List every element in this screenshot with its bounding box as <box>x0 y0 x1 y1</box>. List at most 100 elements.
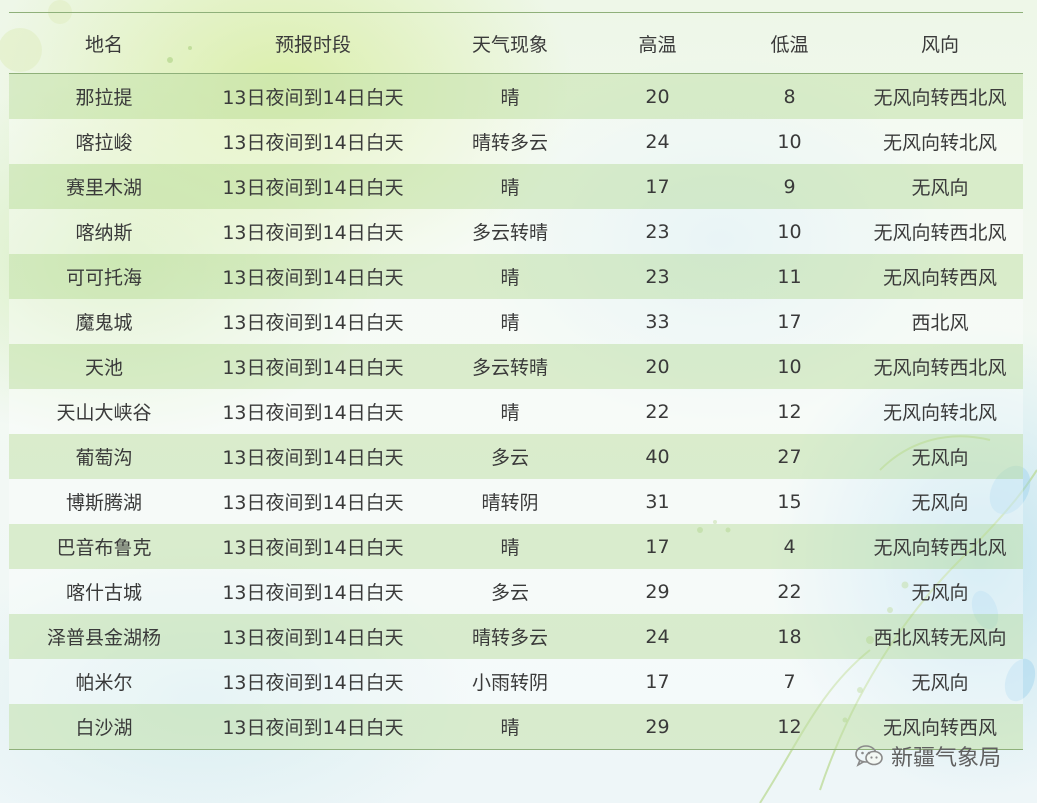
table-row: 博斯腾湖 13日夜间到14日白天 晴转阴 31 15 无风向 <box>9 479 1023 524</box>
cell-high-temp: 20 <box>645 355 670 378</box>
cell-forecast-period: 13日夜间到14日白天 <box>222 357 404 379</box>
table-body: 那拉提 13日夜间到14日白天晴 20 8 无风向转西北风 喀拉峻 13日夜间到14日白天晴… <box>9 74 1023 749</box>
table-row: 那拉提 13日夜间到14日白天 晴 20 8 无风向转西北风 <box>9 74 1023 119</box>
cell-weather: 晴 <box>500 537 520 559</box>
cell-wind: 无风向 <box>911 582 969 604</box>
header-wind: 风向 <box>920 33 959 56</box>
cell-wind: 无风向 <box>911 672 969 694</box>
cell-high-temp: 24 <box>645 130 670 153</box>
cell-forecast-period: 13日夜间到14日白天 <box>222 447 404 469</box>
header-location: 地名 <box>84 33 123 56</box>
cell-wind: 无风向 <box>911 492 969 514</box>
cell-location: 可可托海 <box>65 267 142 289</box>
footer-account: 新疆气象局 <box>855 740 1001 772</box>
cell-wind: 无风向转西北风 <box>873 222 1007 244</box>
cell-low-temp: 10 <box>777 355 802 378</box>
table-row: 赛里木湖 13日夜间到14日白天 晴 17 9 无风向 <box>9 164 1023 209</box>
cell-location: 喀拉峻 <box>75 132 133 154</box>
cell-weather: 多云转晴 <box>471 222 548 244</box>
cell-high-temp: 29 <box>645 715 670 738</box>
cell-low-temp: 12 <box>777 715 802 738</box>
cell-low-temp: 9 <box>783 175 796 198</box>
cell-location: 博斯腾湖 <box>65 492 142 514</box>
cell-forecast-period: 13日夜间到14日白天 <box>222 267 404 289</box>
cell-wind: 无风向转北风 <box>882 132 997 154</box>
cell-forecast-period: 13日夜间到14日白天 <box>222 492 404 514</box>
cell-high-temp: 23 <box>645 265 670 288</box>
cell-forecast-period: 13日夜间到14日白天 <box>222 672 404 694</box>
cell-high-temp: 23 <box>645 220 670 243</box>
table-row: 葡萄沟 13日夜间到14日白天 多云 40 27 无风向 <box>9 434 1023 479</box>
cell-location: 巴音布鲁克 <box>56 537 152 559</box>
cell-low-temp: 12 <box>777 400 802 423</box>
cell-weather: 晴 <box>500 87 520 109</box>
cell-forecast-period: 13日夜间到14日白天 <box>222 627 404 649</box>
cell-high-temp: 40 <box>645 445 670 468</box>
cell-location: 帕米尔 <box>75 672 133 694</box>
cell-location: 天山大峡谷 <box>56 402 152 424</box>
cell-low-temp: 10 <box>777 220 802 243</box>
table-row: 喀纳斯 13日夜间到14日白天 多云转晴 23 10 无风向转西北风 <box>9 209 1023 254</box>
cell-location: 那拉提 <box>75 87 133 109</box>
cell-high-temp: 17 <box>645 535 670 558</box>
cell-wind: 无风向 <box>911 447 969 469</box>
cell-low-temp: 4 <box>783 535 796 558</box>
cell-location: 喀纳斯 <box>75 222 133 244</box>
cell-high-temp: 20 <box>645 85 670 108</box>
cell-high-temp: 33 <box>645 310 670 333</box>
cell-forecast-period: 13日夜间到14日白天 <box>222 132 404 154</box>
table-row: 喀什古城 13日夜间到14日白天 多云 29 22 无风向 <box>9 569 1023 614</box>
cell-low-temp: 7 <box>783 670 796 693</box>
table-row: 帕米尔 13日夜间到14日白天 小雨转阴 17 7 无风向 <box>9 659 1023 704</box>
table-row: 喀拉峻 13日夜间到14日白天 晴转多云 24 10 无风向转北风 <box>9 119 1023 164</box>
cell-low-temp: 8 <box>783 85 796 108</box>
cell-weather: 晴 <box>500 717 520 739</box>
cell-high-temp: 29 <box>645 580 670 603</box>
cell-location: 魔鬼城 <box>75 312 133 334</box>
cell-wind: 西北风 <box>911 312 969 334</box>
cell-weather: 晴转多云 <box>471 627 548 649</box>
cell-low-temp: 11 <box>777 265 802 288</box>
cell-forecast-period: 13日夜间到14日白天 <box>222 222 404 244</box>
cell-high-temp: 17 <box>645 670 670 693</box>
cell-high-temp: 31 <box>645 490 670 513</box>
cell-low-temp: 22 <box>777 580 802 603</box>
cell-weather: 多云转晴 <box>471 357 548 379</box>
cell-weather: 晴转阴 <box>481 492 539 514</box>
cell-forecast-period: 13日夜间到14日白天 <box>222 402 404 424</box>
table-row: 可可托海 13日夜间到14日白天 晴 23 11 无风向转西风 <box>9 254 1023 299</box>
cell-location: 赛里木湖 <box>65 177 142 199</box>
cell-wind: 无风向 <box>911 177 969 199</box>
cell-forecast-period: 13日夜间到14日白天 <box>222 537 404 559</box>
cell-location: 葡萄沟 <box>75 447 133 469</box>
cell-weather: 晴 <box>500 267 520 289</box>
cell-low-temp: 17 <box>777 310 802 333</box>
table-row: 魔鬼城 13日夜间到14日白天 晴 33 17 西北风 <box>9 299 1023 344</box>
cell-weather: 小雨转阴 <box>471 672 548 694</box>
weather-forecast-table: 地名 预报时段 天气现象 高温 低温 风向 那拉提 13日夜间到14日白天晴 20 8… <box>9 12 1023 750</box>
cell-weather: 晴 <box>500 312 520 334</box>
cell-wind: 无风向转西风 <box>882 717 997 739</box>
cell-low-temp: 27 <box>777 445 802 468</box>
cell-low-temp: 18 <box>777 625 802 648</box>
cell-low-temp: 10 <box>777 130 802 153</box>
table-row: 泽普县金湖杨 13日夜间到14日白天 晴转多云 24 18 西北风转无风向 <box>9 614 1023 659</box>
cell-high-temp: 22 <box>645 400 670 423</box>
wechat-icon <box>855 745 883 767</box>
table-row: 巴音布鲁克 13日夜间到14日白天 晴 17 4 无风向转西北风 <box>9 524 1023 569</box>
account-name: 新疆气象局 <box>890 746 1001 771</box>
cell-weather: 晴转多云 <box>471 132 548 154</box>
header-low-temp: 低温 <box>770 33 809 56</box>
cell-location: 泽普县金湖杨 <box>46 627 161 649</box>
cell-forecast-period: 13日夜间到14日白天 <box>222 717 404 739</box>
cell-wind: 西北风转无风向 <box>873 627 1007 649</box>
cell-forecast-period: 13日夜间到14日白天 <box>222 87 404 109</box>
cell-low-temp: 15 <box>777 490 802 513</box>
header-high-temp: 高温 <box>638 33 677 56</box>
table-header-row: 地名 预报时段 天气现象 高温 低温 风向 <box>9 13 1023 74</box>
header-forecast-period: 预报时段 <box>274 33 351 56</box>
cell-high-temp: 24 <box>645 625 670 648</box>
table-row: 天山大峡谷 13日夜间到14日白天 晴 22 12 无风向转北风 <box>9 389 1023 434</box>
cell-wind: 无风向转西北风 <box>873 537 1007 559</box>
cell-wind: 无风向转西风 <box>882 267 997 289</box>
